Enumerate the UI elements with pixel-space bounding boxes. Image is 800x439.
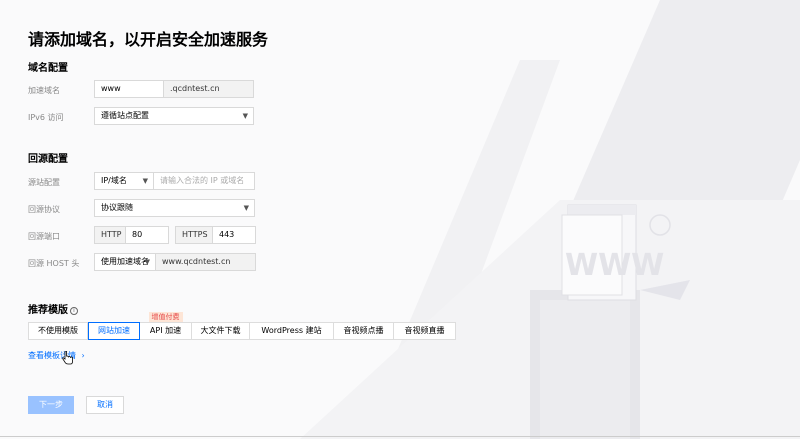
template-details-link[interactable]: 查看模板详情 › <box>28 350 85 361</box>
info-icon[interactable]: i <box>70 307 78 315</box>
https-addon: HTTPS <box>175 226 213 244</box>
http-port-value: 80 <box>132 230 143 239</box>
origin-type-value: IP/域名 <box>101 176 127 185</box>
ipv6-select-value: 遵循站点配置 <box>101 111 149 120</box>
template-tab-wordpress[interactable]: WordPress 建站 <box>250 322 334 340</box>
host-type-value: 使用加速域名 <box>101 257 149 266</box>
http-port-input[interactable]: 80 <box>126 226 169 244</box>
next-button[interactable]: 下一步 <box>28 396 74 414</box>
protocol-select-value: 协议跟随 <box>101 203 133 212</box>
domain-config-heading: 域名配置 <box>28 63 68 74</box>
origin-address-input[interactable]: 请输入合法的 IP 或域名 <box>154 172 255 190</box>
domain-input[interactable]: www <box>94 80 164 98</box>
templates-heading: 推荐模版 i <box>28 301 78 316</box>
template-tab-none[interactable]: 不使用模版 <box>28 322 88 340</box>
origin-config-heading: 回源配置 <box>28 154 68 165</box>
https-addon-label: HTTPS <box>182 230 208 239</box>
host-type-select[interactable]: 使用加速域名 ▼ <box>94 253 156 271</box>
domain-suffix-value: .qcdntest.cn <box>170 84 220 93</box>
https-port-input[interactable]: 443 <box>213 226 256 244</box>
http-addon-label: HTTP <box>101 230 122 239</box>
domain-suffix: .qcdntest.cn <box>164 80 254 98</box>
protocol-select[interactable]: 协议跟随 ▼ <box>94 199 255 217</box>
ipv6-label: IPv6 访问 <box>28 113 64 122</box>
template-tab-large-file[interactable]: 大文件下载 <box>192 322 250 340</box>
template-tab-vod[interactable]: 音视频点播 <box>334 322 394 340</box>
template-tab-api-label: API 加速 <box>149 326 182 335</box>
http-addon: HTTP <box>94 226 126 244</box>
paid-badge: 增值付费 <box>148 312 183 322</box>
domain-label: 加速域名 <box>28 86 60 95</box>
domain-input-value: www <box>101 84 121 93</box>
host-label: 回源 HOST 头 <box>28 259 80 268</box>
cancel-button[interactable]: 取消 <box>86 396 124 414</box>
port-label: 回源端口 <box>28 232 60 241</box>
caret-down-icon: ▼ <box>144 258 150 266</box>
caret-down-icon: ▼ <box>242 112 248 120</box>
templates-heading-text: 推荐模版 <box>28 305 68 316</box>
template-tab-website[interactable]: 网站加速 <box>88 322 140 340</box>
origin-label: 源站配置 <box>28 178 60 187</box>
template-tab-live[interactable]: 音视频直播 <box>394 322 456 340</box>
page-title: 请添加域名，以开启安全加速服务 <box>28 30 269 49</box>
template-tab-api[interactable]: API 加速 增值付费 <box>140 312 192 340</box>
ipv6-select[interactable]: 遵循站点配置 ▼ <box>94 107 254 125</box>
origin-address-placeholder: 请输入合法的 IP 或域名 <box>160 176 245 185</box>
host-value: www.qcdntest.cn <box>162 257 231 266</box>
host-value-display: www.qcdntest.cn <box>156 253 256 271</box>
bottom-divider <box>0 436 800 437</box>
https-port-value: 443 <box>219 230 235 239</box>
caret-down-icon: ▼ <box>243 204 249 212</box>
add-domain-page: 请添加域名，以开启安全加速服务 域名配置 加速域名 www .qcdntest.… <box>0 0 800 439</box>
protocol-label: 回源协议 <box>28 205 60 214</box>
chevron-right-icon: › <box>81 351 85 360</box>
template-tabs: 不使用模版 网站加速 API 加速 增值付费 大文件下载 WordPress 建… <box>28 312 456 340</box>
origin-type-select[interactable]: IP/域名 ▼ <box>94 172 154 190</box>
hand-cursor-icon <box>62 351 73 365</box>
caret-down-icon: ▼ <box>142 177 148 185</box>
